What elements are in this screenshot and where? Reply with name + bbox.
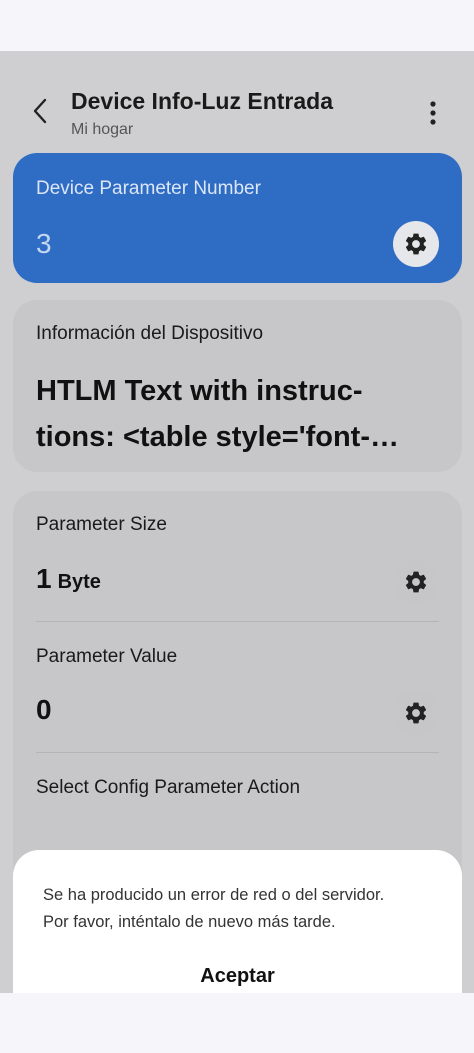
parameter-value-label: Parameter Value [36, 646, 178, 667]
device-parameter-number-value: 3 [36, 228, 52, 259]
more-options-button[interactable] [418, 95, 448, 131]
error-message-line-1: Se ha producido un error de red o del se… [43, 886, 385, 904]
page-subtitle: Mi hogar [71, 121, 134, 138]
error-dialog: Se ha producido un error de red o del se… [13, 850, 462, 993]
status-bar [0, 0, 474, 51]
divider [36, 752, 439, 753]
device-parameter-number-label: Device Parameter Number [36, 178, 261, 199]
parameter-value-value: 0 [36, 694, 52, 725]
config-parameter-action-label[interactable]: Select Config Parameter Action [36, 777, 300, 799]
parameter-size-unit: Byte [57, 571, 101, 593]
parameter-size-number: 1 [36, 563, 52, 594]
page-title: Device Info-Luz Entrada [71, 88, 333, 114]
parameter-size-label: Parameter Size [36, 514, 167, 535]
divider [36, 621, 439, 622]
device-info-text-line-1: HTLM Text with instruc- [36, 375, 363, 407]
app-screen: Device Info-Luz Entrada Mi hogar Device … [0, 51, 474, 993]
back-button[interactable] [24, 93, 56, 129]
parameter-size-settings-button[interactable] [393, 559, 439, 605]
device-parameter-number-card: Device Parameter Number 3 [13, 153, 462, 283]
device-info-card: Información del Dispositivo HTLM Text wi… [13, 300, 462, 472]
navigation-bar [0, 993, 474, 1053]
more-vertical-icon [430, 101, 436, 125]
device-info-text-line-2: tions: <table style='font-… [36, 421, 399, 453]
gear-icon [405, 571, 427, 593]
error-message: Se ha producido un error de red o del se… [43, 882, 443, 936]
device-info-label: Información del Dispositivo [36, 323, 264, 344]
accept-button[interactable]: Aceptar [13, 958, 462, 993]
parameter-size-value: 1 Byte [36, 563, 101, 595]
parameter-number-settings-button[interactable] [393, 221, 439, 267]
gear-icon [405, 233, 427, 255]
top-app-bar: Device Info-Luz Entrada Mi hogar [0, 51, 474, 151]
gear-icon [405, 702, 427, 724]
parameter-value-settings-button[interactable] [393, 690, 439, 736]
error-message-line-2: Por favor, inténtalo de nuevo más tarde. [43, 913, 336, 931]
device-info-text: HTLM Text with instruc- tions: <table st… [36, 368, 446, 460]
back-arrow-icon [33, 98, 47, 124]
